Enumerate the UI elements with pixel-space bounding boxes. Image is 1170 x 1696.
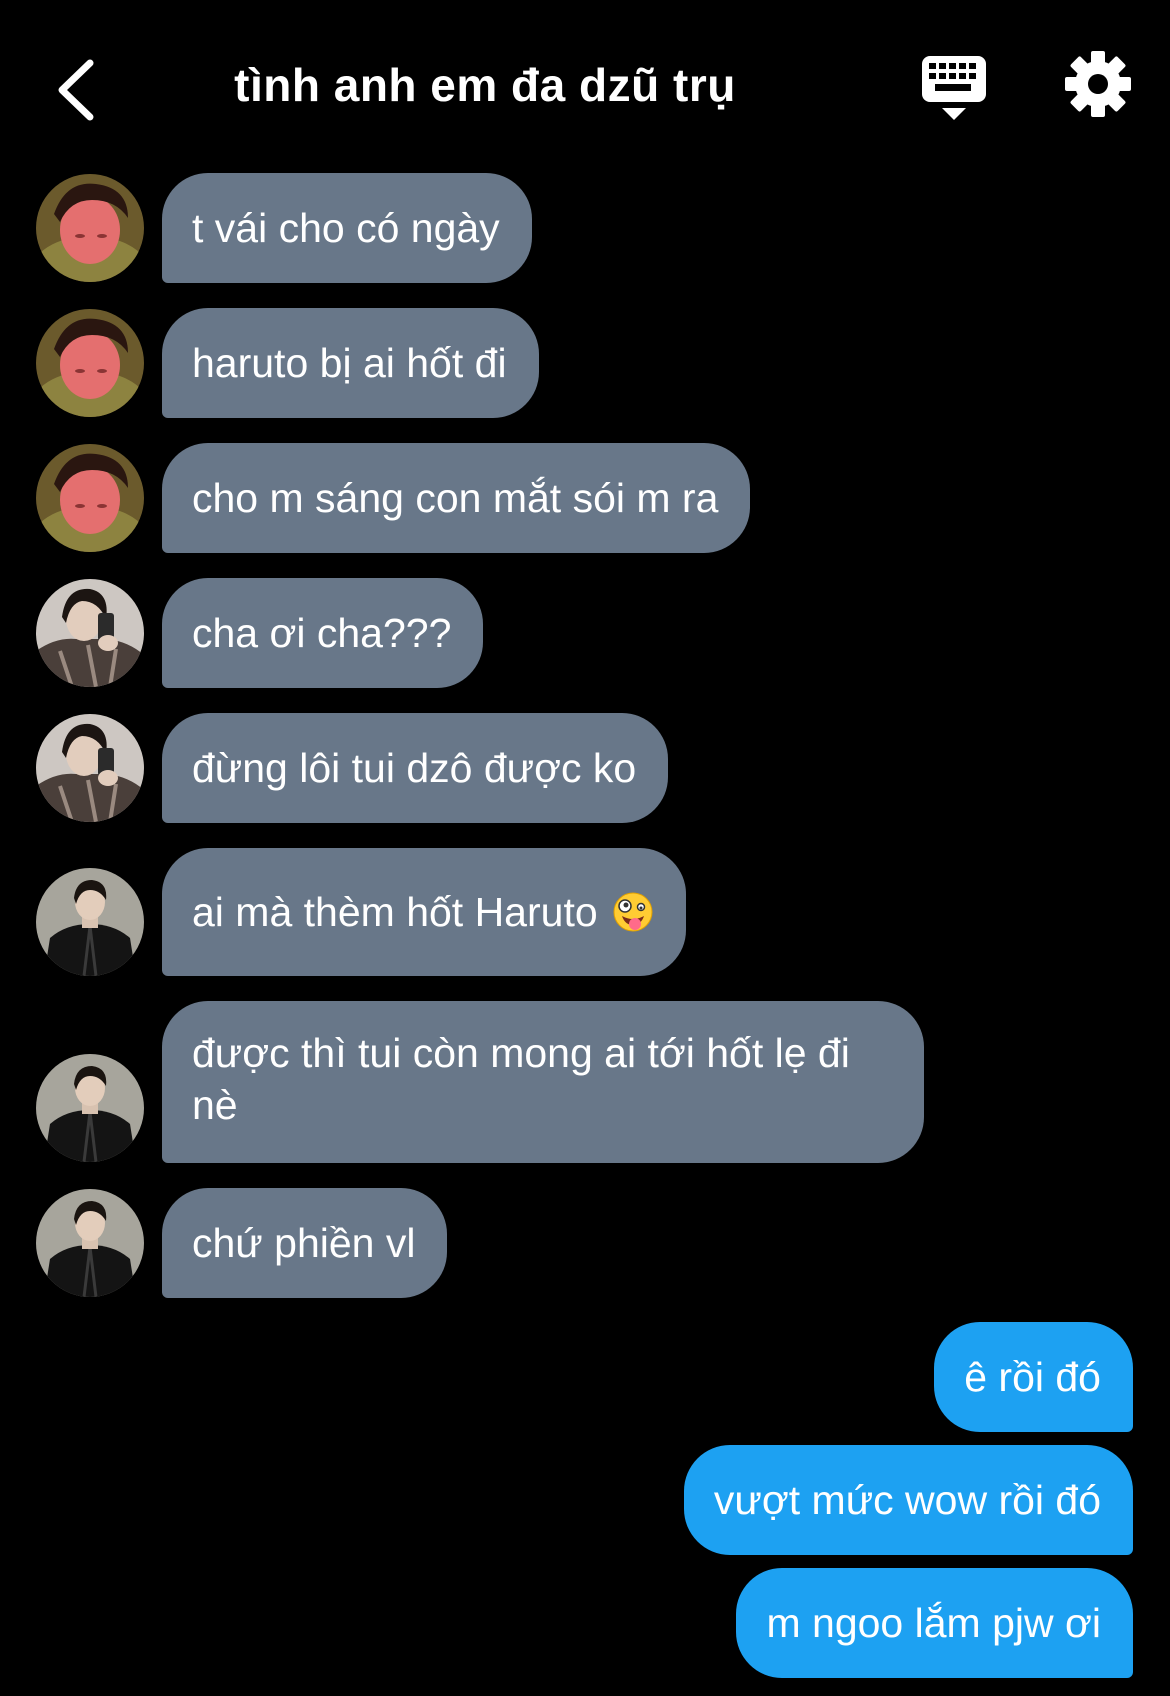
message-bubble-outgoing[interactable]: m ngoo lắm pjw ơi — [736, 1568, 1133, 1678]
avatar-photo-user-b — [36, 579, 144, 687]
message-text: ê rồi đó — [964, 1354, 1101, 1400]
avatar[interactable] — [36, 444, 144, 552]
message-row: cho m sáng con mắt sói m ra — [0, 443, 1170, 553]
message-bubble[interactable]: ai mà thèm hốt Haruto — [162, 848, 686, 976]
avatar-photo-user-c — [36, 868, 144, 976]
message-row: được thì tui còn mong ai tới hốt lẹ đi n… — [0, 1001, 1170, 1163]
message-bubble[interactable]: cha ơi cha??? — [162, 578, 484, 688]
gear-icon — [1065, 51, 1131, 117]
chat-header: tình anh em đa dzũ trụ — [0, 0, 1170, 170]
avatar[interactable] — [36, 579, 144, 687]
chat-title: tình anh em đa dzũ trụ — [234, 59, 736, 111]
message-row: vượt mức wow rồi đó — [0, 1445, 1170, 1555]
message-row: đừng lôi tui dzô được ko — [0, 713, 1170, 823]
message-text: đừng lôi tui dzô được ko — [192, 745, 637, 791]
avatar[interactable] — [36, 174, 144, 282]
message-text: haruto bị ai hốt đi — [192, 340, 507, 386]
message-bubble[interactable]: cho m sáng con mắt sói m ra — [162, 443, 751, 553]
message-text: vượt mức wow rồi đó — [713, 1477, 1101, 1523]
message-bubble-outgoing[interactable]: vượt mức wow rồi đó — [683, 1445, 1133, 1555]
message-bubble[interactable]: đừng lôi tui dzô được ko — [162, 713, 669, 823]
avatar[interactable] — [36, 309, 144, 417]
message-row: cha ơi cha??? — [0, 578, 1170, 688]
avatar[interactable] — [36, 714, 144, 822]
message-bubble[interactable]: được thì tui còn mong ai tới hốt lẹ đi n… — [162, 1001, 924, 1163]
message-text: được thì tui còn mong ai tới hốt lẹ đi n… — [192, 1030, 850, 1128]
keyboard-icon — [922, 56, 986, 120]
message-row: ê rồi đó — [0, 1322, 1170, 1432]
message-row: t vái cho có ngày — [0, 173, 1170, 283]
message-bubble[interactable]: t vái cho có ngày — [162, 173, 532, 283]
avatar[interactable] — [36, 1189, 144, 1297]
message-text: cho m sáng con mắt sói m ra — [192, 475, 719, 521]
chevron-left-icon — [58, 59, 94, 121]
message-text: chứ phiền vl — [192, 1220, 416, 1266]
avatar-photo-user-c — [36, 1189, 144, 1297]
message-text: ai mà thèm hốt Haruto — [192, 889, 598, 935]
back-button[interactable] — [38, 50, 118, 130]
message-row: m ngoo lắm pjw ơi — [0, 1568, 1170, 1678]
avatar-photo-user-b — [36, 714, 144, 822]
message-bubble-outgoing[interactable]: ê rồi đó — [934, 1322, 1133, 1432]
keyboard-button[interactable] — [918, 52, 990, 124]
zany-face-emoji — [613, 892, 653, 932]
message-text: m ngoo lắm pjw ơi — [766, 1600, 1101, 1646]
message-row: chứ phiền vl — [0, 1188, 1170, 1298]
avatar-photo-user-c — [36, 1054, 144, 1162]
message-row: ai mà thèm hốt Haruto — [0, 848, 1170, 976]
message-text: t vái cho có ngày — [192, 205, 500, 251]
settings-button[interactable] — [1062, 48, 1134, 120]
message-bubble[interactable]: haruto bị ai hốt đi — [162, 308, 539, 418]
avatar[interactable] — [36, 1054, 144, 1162]
message-bubble[interactable]: chứ phiền vl — [162, 1188, 448, 1298]
avatar-photo-user-a — [36, 174, 144, 282]
message-text: cha ơi cha??? — [192, 610, 452, 656]
message-row: haruto bị ai hốt đi — [0, 308, 1170, 418]
avatar-photo-user-a — [36, 444, 144, 552]
avatar-photo-user-a — [36, 309, 144, 417]
avatar[interactable] — [36, 868, 144, 976]
